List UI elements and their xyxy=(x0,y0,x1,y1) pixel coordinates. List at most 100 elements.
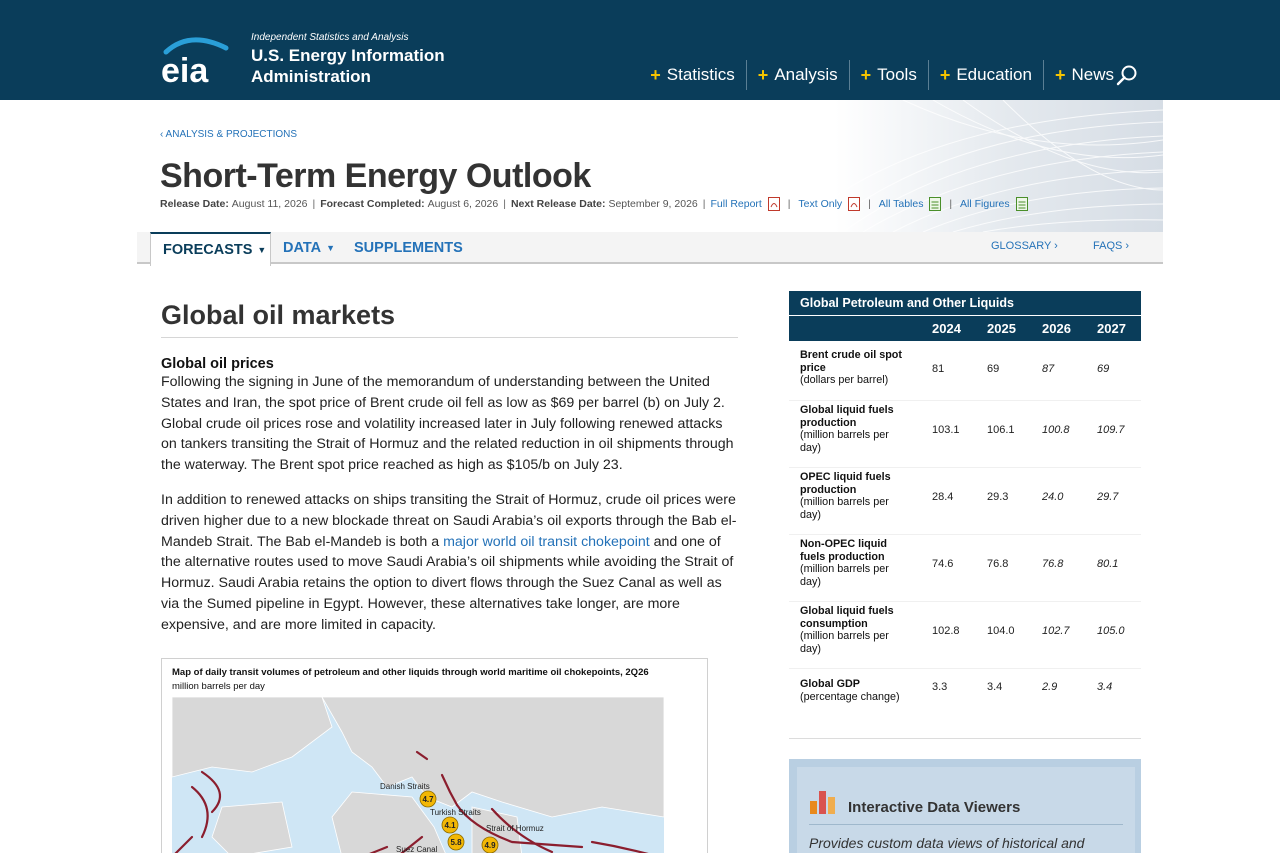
map-value: 4.1 xyxy=(444,821,456,830)
table-cell: 109.7 xyxy=(1097,424,1125,436)
global-petroleum-table: Global Petroleum and Other Liquids 2024 … xyxy=(789,291,1141,719)
row-label: Global liquid fuels consumption (million … xyxy=(800,605,910,655)
divider xyxy=(789,738,1141,739)
tab-supplements[interactable]: SUPPLEMENTS xyxy=(354,232,463,264)
svg-text:eia: eia xyxy=(161,52,209,86)
all-figures-link[interactable]: All Figures xyxy=(960,198,1010,210)
paragraph: In addition to renewed attacks on ships … xyxy=(161,490,738,636)
row-label-unit: (million barrels per day) xyxy=(800,563,889,588)
section-title: Global oil markets xyxy=(161,300,738,338)
map-label: Strait of Hormuz xyxy=(486,824,544,833)
chokepoint-link[interactable]: major world oil transit chokepoint xyxy=(443,534,650,550)
table-cell: 24.0 xyxy=(1042,491,1064,503)
plus-icon: + xyxy=(860,64,872,85)
table-cell: 69 xyxy=(1097,363,1110,375)
map-value: 4.9 xyxy=(484,841,496,850)
pdf-icon[interactable] xyxy=(767,197,780,211)
table-title: Global Petroleum and Other Liquids xyxy=(789,291,1141,316)
row-label: Non-OPEC liquid fuels production (million… xyxy=(800,538,910,588)
nav-news[interactable]: + News xyxy=(1042,60,1125,90)
row-label: Global GDP (percentage change) xyxy=(800,678,910,703)
paragraph: Following the signing in June of the mem… xyxy=(161,374,734,474)
row-label-title: Global liquid fuels production xyxy=(800,404,894,429)
map-label: Turkish Straits xyxy=(430,808,481,817)
release-date-label: Release Date: xyxy=(160,198,229,210)
eia-logo[interactable]: eia Independent Statistics and Analysis … xyxy=(160,28,480,88)
logo-org-name: U.S. Energy Information Administration xyxy=(251,45,445,87)
tab-data[interactable]: DATA ▼ xyxy=(283,232,335,264)
table-cell: 104.0 xyxy=(987,625,1015,637)
table-row: Global liquid fuels production (million b… xyxy=(789,401,1141,468)
divider xyxy=(809,824,1123,825)
row-label-title: Global liquid fuels consumption xyxy=(800,605,894,630)
pdf-icon[interactable] xyxy=(848,197,861,211)
main-nav: + Statistics + Analysis + Tools + Educat… xyxy=(639,60,1125,90)
table-cell: 102.8 xyxy=(932,625,960,637)
spreadsheet-icon[interactable] xyxy=(1015,197,1028,211)
table-cell: 87 xyxy=(1042,363,1055,375)
table-cell: 3.3 xyxy=(932,681,948,693)
all-tables-link[interactable]: All Tables xyxy=(879,198,924,210)
table-cell: 105.0 xyxy=(1097,625,1125,637)
row-label-unit: (million barrels per day) xyxy=(800,496,889,521)
spreadsheet-icon[interactable] xyxy=(929,197,942,211)
table-cell: 69 xyxy=(987,363,1000,375)
table-cell: 76.8 xyxy=(987,558,1009,570)
row-label-unit: (dollars per barrel) xyxy=(800,374,889,386)
table-cell: 3.4 xyxy=(987,681,1003,693)
subsection-title: Global oil prices xyxy=(161,356,274,372)
data-viewers-description: Provides custom data views of historical… xyxy=(809,835,1085,851)
separator: | xyxy=(503,198,506,210)
text-only-link[interactable]: Text Only xyxy=(798,198,842,210)
table-header-row: 2024 2025 2026 2027 xyxy=(789,316,1141,341)
separator: | xyxy=(865,198,874,210)
nav-label: Analysis xyxy=(774,65,838,84)
table-cell: 3.4 xyxy=(1097,681,1113,693)
row-label-title: Non-OPEC liquid fuels production xyxy=(800,538,887,563)
data-viewers-inner: Interactive Data Viewers Provides custom… xyxy=(797,767,1135,853)
table-cell: 81 xyxy=(932,363,945,375)
nav-label: News xyxy=(1071,65,1114,84)
table-cell: 74.6 xyxy=(932,558,954,570)
map-value: 4.7 xyxy=(422,795,434,804)
page-title: Short-Term Energy Outlook xyxy=(160,157,591,195)
nav-label: Statistics xyxy=(666,65,735,84)
logo-org-line1: U.S. Energy Information xyxy=(251,46,445,65)
table-cell: 103.1 xyxy=(932,424,960,436)
glossary-link[interactable]: GLOSSARY › xyxy=(991,240,1058,252)
separator: | xyxy=(946,198,956,210)
eia-logo-icon: eia xyxy=(161,37,229,86)
bar-chart-icon xyxy=(810,791,835,814)
data-viewers-title[interactable]: Interactive Data Viewers xyxy=(848,799,1020,816)
world-map: Danish Straits Turkish Straits Strait of… xyxy=(172,697,664,853)
separator: | xyxy=(312,198,316,210)
search-icon[interactable] xyxy=(1114,62,1140,88)
table-row: Brent crude oil spot price (dollars per b… xyxy=(789,341,1141,401)
row-label-unit: (million barrels per day) xyxy=(800,429,889,454)
nav-education[interactable]: + Education xyxy=(927,60,1043,90)
row-label: OPEC liquid fuels production (million bar… xyxy=(800,471,910,521)
nav-statistics[interactable]: + Statistics xyxy=(639,60,746,90)
year-header: 2024 xyxy=(932,321,961,336)
table-cell: 76.8 xyxy=(1042,558,1064,570)
map-label: Danish Straits xyxy=(380,782,430,791)
nav-tools[interactable]: + Tools xyxy=(848,60,928,90)
table-cell: 80.1 xyxy=(1097,558,1119,570)
plus-icon: + xyxy=(1054,64,1066,85)
tab-label: FORECASTS xyxy=(163,242,253,258)
plus-icon: + xyxy=(939,64,951,85)
table-cell: 102.7 xyxy=(1042,625,1070,637)
tab-label: DATA xyxy=(283,240,322,256)
breadcrumb[interactable]: ‹ ANALYSIS & PROJECTIONS xyxy=(160,129,297,140)
full-report-link[interactable]: Full Report xyxy=(710,198,761,210)
faqs-link[interactable]: FAQS › xyxy=(1093,240,1129,252)
plus-icon: + xyxy=(650,64,661,85)
tab-label: SUPPLEMENTS xyxy=(354,240,463,256)
map-value: 5.8 xyxy=(450,838,462,847)
release-date: August 11, 2026 xyxy=(231,198,308,210)
logo-org-line2: Administration xyxy=(251,67,371,86)
row-label-unit: (percentage change) xyxy=(800,690,900,703)
forecast-completed-label: Forecast Completed: xyxy=(320,198,425,210)
nav-analysis[interactable]: + Analysis xyxy=(745,60,849,90)
tab-forecasts[interactable]: FORECASTS ▼ xyxy=(150,232,271,266)
